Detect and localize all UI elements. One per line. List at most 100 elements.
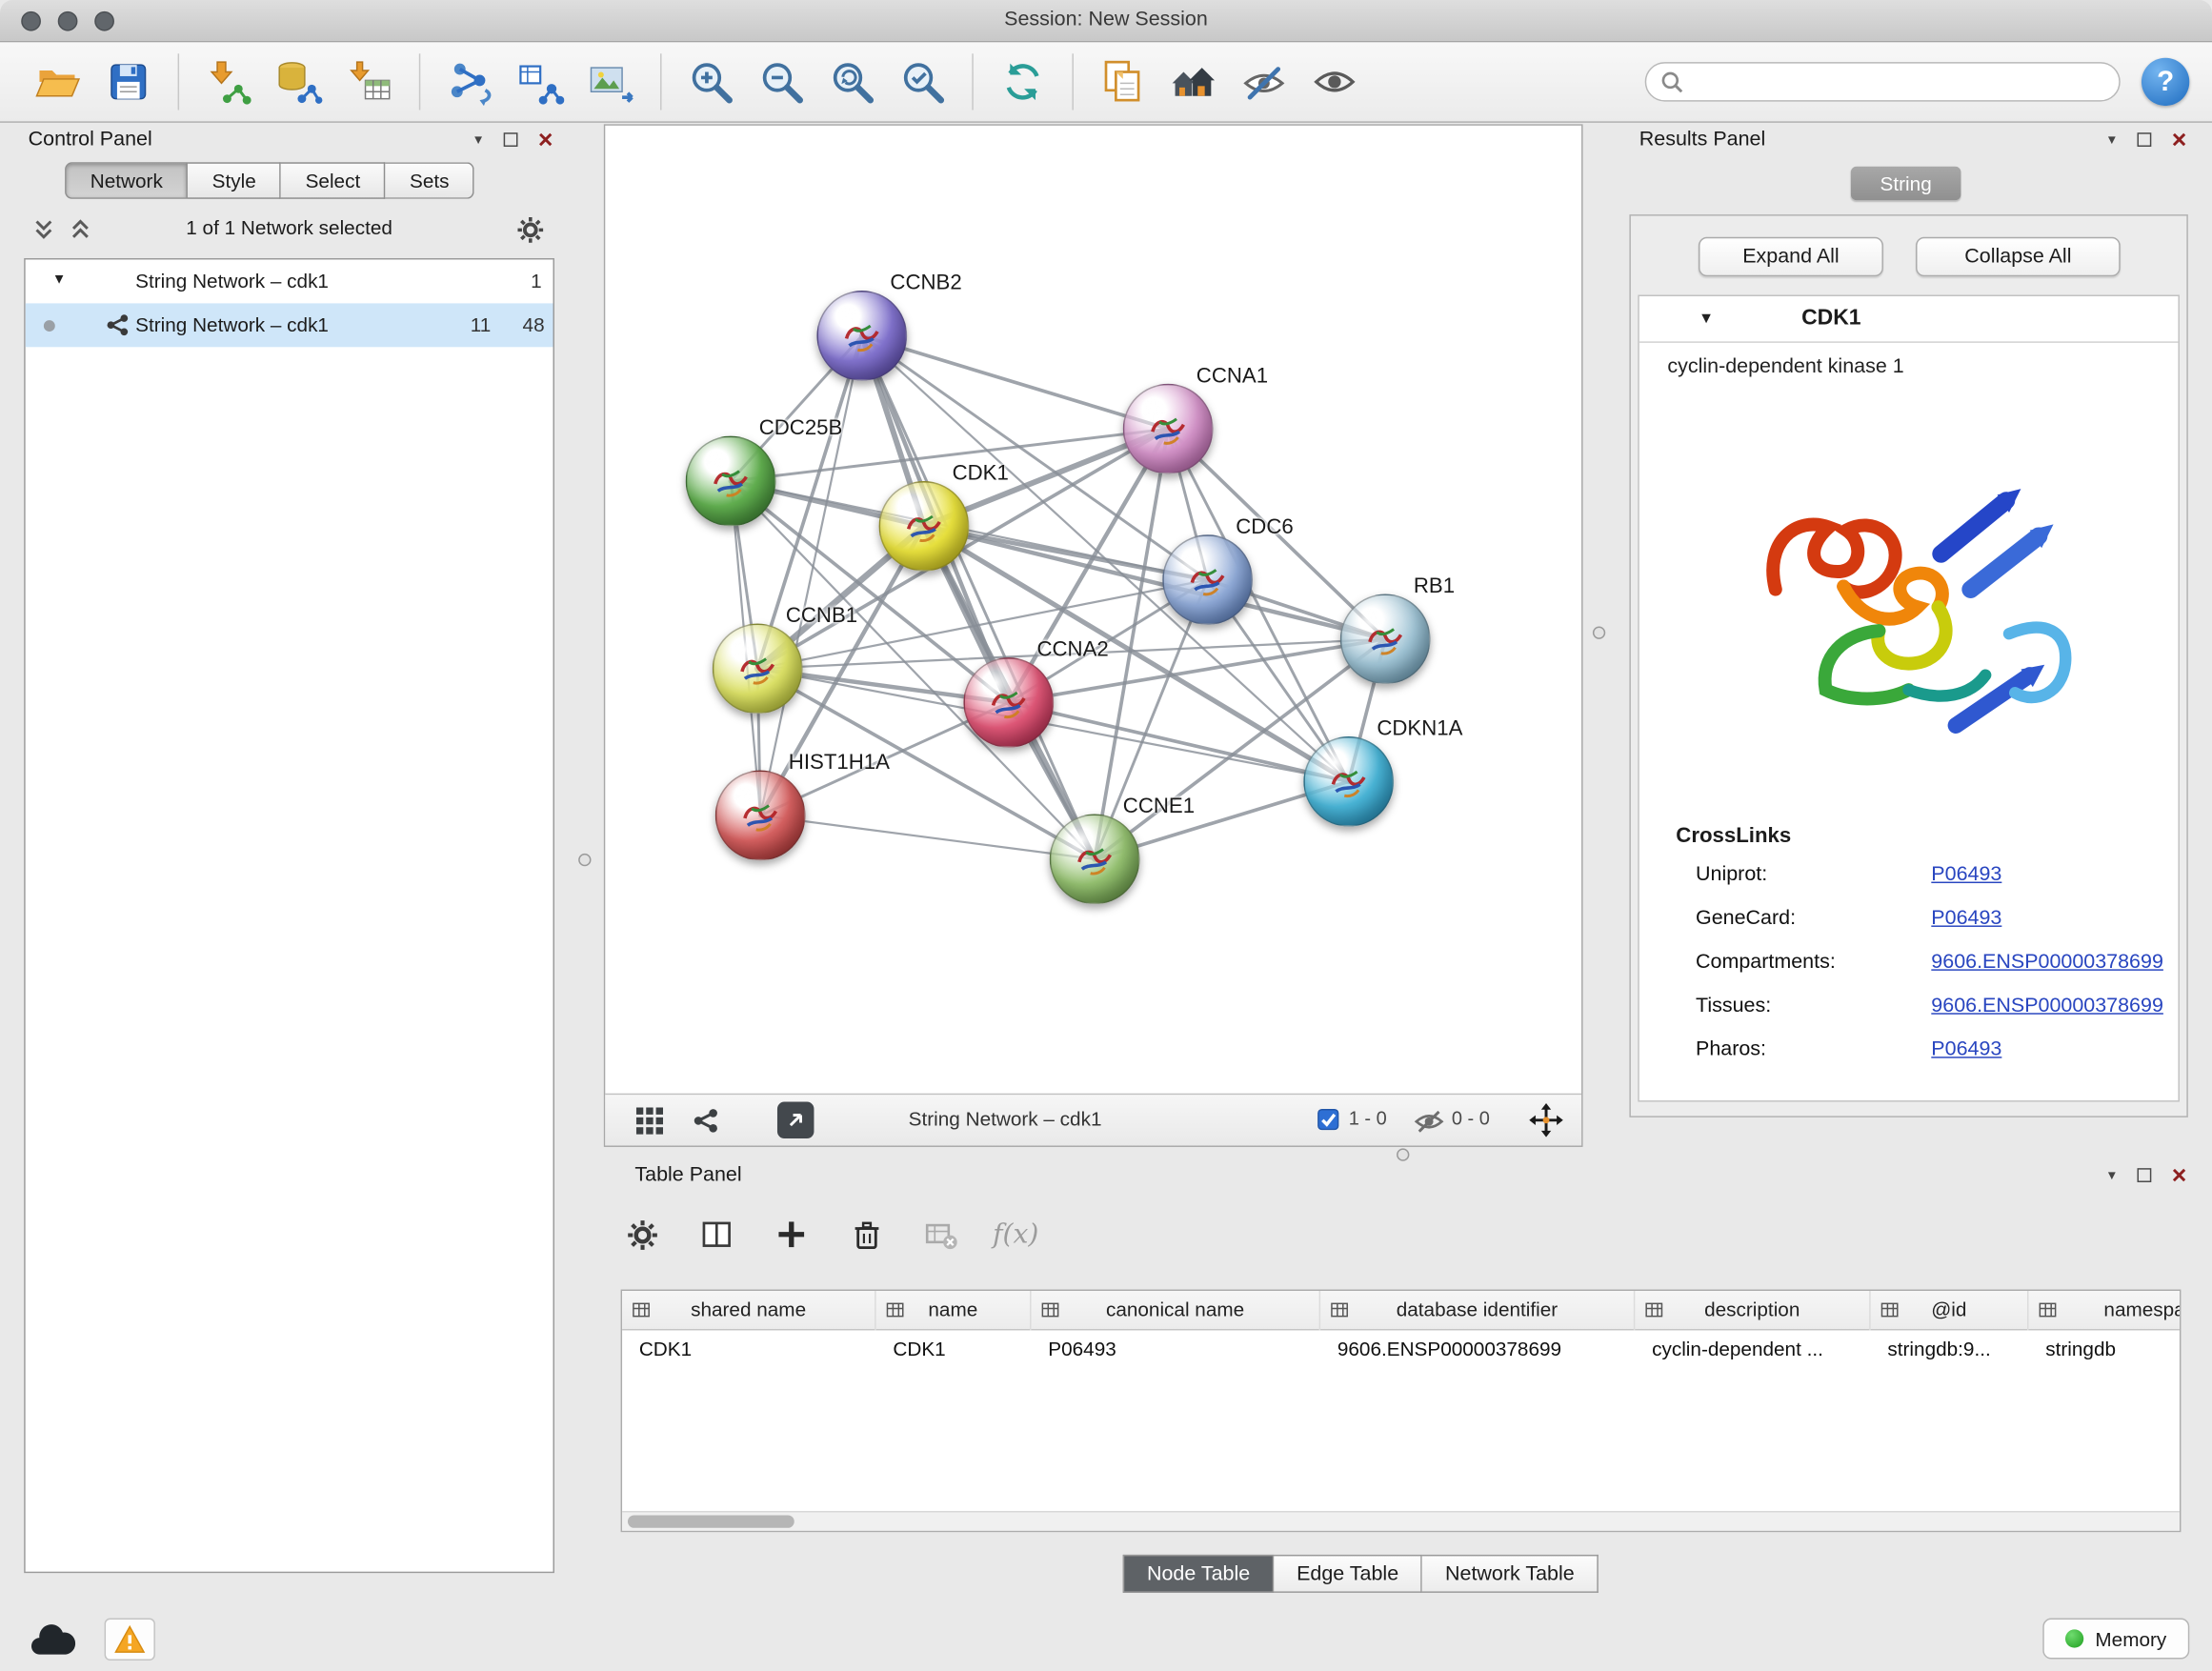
tab-select[interactable]: Select: [281, 162, 385, 199]
crosslink-link[interactable]: P06493: [1931, 907, 2001, 930]
cell[interactable]: stringdb:9...: [1871, 1330, 2029, 1369]
network-node-cdk1[interactable]: [879, 481, 970, 572]
network-node-ccne1[interactable]: [1050, 814, 1140, 904]
network-canvas[interactable]: CCNB2CCNA1CDC25BCDK1CDC6RB1CCNB1CCNA2CDK…: [605, 126, 1581, 1094]
toolbar-search-box[interactable]: [1645, 62, 2121, 101]
scrollbar-thumb[interactable]: [628, 1515, 794, 1527]
network-share-small-icon[interactable]: [693, 1107, 719, 1134]
cell[interactable]: 9606.ENSP00000378699: [1320, 1330, 1635, 1369]
gene-section-header[interactable]: ▼ CDK1: [1639, 296, 2179, 343]
column-header-namespace[interactable]: namespace: [2028, 1291, 2181, 1330]
float-panel-icon[interactable]: [2138, 1168, 2152, 1182]
tab-style[interactable]: Style: [188, 162, 281, 199]
network-node-ccnb2[interactable]: [816, 291, 907, 381]
edge-HIST1H1A-CCNE1[interactable]: [760, 815, 1095, 859]
tab-string[interactable]: String: [1851, 167, 1961, 201]
memory-button[interactable]: Memory: [2042, 1619, 2189, 1660]
create-column-plus-icon[interactable]: [774, 1217, 811, 1254]
zoom-out-button[interactable]: [751, 50, 813, 114]
cell[interactable]: stringdb: [2028, 1330, 2181, 1369]
zoom-in-button[interactable]: [680, 50, 742, 114]
help-button[interactable]: ?: [2142, 58, 2189, 106]
crosslink-link[interactable]: 9606.ENSP00000378699: [1931, 951, 2163, 974]
right-splitter-grip[interactable]: [1593, 627, 1605, 639]
close-panel-icon[interactable]: ×: [2172, 1167, 2187, 1184]
export-image-button[interactable]: [580, 50, 642, 114]
collapse-panel-icon[interactable]: ▼: [472, 131, 484, 149]
edge-CCNA2-CDKN1A[interactable]: [1009, 702, 1349, 781]
network-node-ccnb1[interactable]: [713, 624, 803, 715]
column-header--id[interactable]: @id: [1871, 1291, 2029, 1330]
copy-document-button[interactable]: [1092, 50, 1154, 114]
tree-expand-icon[interactable]: ▼: [52, 272, 67, 288]
table-row[interactable]: CDK1CDK1P064939606.ENSP00000378699cyclin…: [622, 1330, 2180, 1369]
left-splitter-grip[interactable]: [578, 854, 591, 866]
network-collection-row[interactable]: ▼ String Network – cdk1 1: [26, 259, 553, 303]
zoom-fit-button[interactable]: [821, 50, 883, 114]
hide-selected-button[interactable]: [1233, 50, 1295, 114]
home-genemania-button[interactable]: [1162, 50, 1224, 114]
open-in-new-window-button[interactable]: [777, 1102, 814, 1139]
collapse-panel-icon[interactable]: ▼: [2105, 131, 2118, 149]
clone-network-button[interactable]: [439, 50, 501, 114]
birdseye-grid-icon[interactable]: [636, 1107, 665, 1136]
column-header-canonical-name[interactable]: canonical name: [1032, 1291, 1321, 1330]
column-header-shared-name[interactable]: shared name: [622, 1291, 876, 1330]
edge-CCNB2-CCNA1[interactable]: [862, 335, 1168, 429]
cell[interactable]: CDK1: [622, 1330, 876, 1369]
close-panel-icon[interactable]: ×: [2172, 131, 2187, 149]
delete-column-trash-icon[interactable]: [848, 1217, 885, 1254]
show-all-button[interactable]: [1303, 50, 1365, 114]
network-node-cdc6[interactable]: [1162, 534, 1253, 625]
network-row-selected[interactable]: String Network – cdk1 11 48: [26, 303, 553, 347]
crosslink-link[interactable]: 9606.ENSP00000378699: [1931, 995, 2163, 1017]
crosslink-link[interactable]: P06493: [1931, 1038, 2001, 1061]
import-network-from-file-button[interactable]: [197, 50, 259, 114]
float-panel-icon[interactable]: [504, 132, 518, 147]
network-node-ccna1[interactable]: [1123, 384, 1214, 474]
tab-sets[interactable]: Sets: [386, 162, 474, 199]
collapse-all-button[interactable]: Collapse All: [1916, 237, 2121, 276]
pan-move-icon[interactable]: [1529, 1103, 1563, 1137]
tab-node-table[interactable]: Node Table: [1123, 1555, 1275, 1593]
collapse-panel-icon[interactable]: ▼: [2105, 1167, 2118, 1184]
network-options-gear-icon[interactable]: [516, 216, 545, 245]
float-panel-icon[interactable]: [2138, 132, 2152, 147]
network-node-cdkn1a[interactable]: [1303, 736, 1394, 827]
zoom-selected-button[interactable]: [892, 50, 954, 114]
hidden-eye-slash-icon[interactable]: [1414, 1107, 1445, 1136]
network-from-table-button[interactable]: [510, 50, 572, 114]
cell[interactable]: cyclin-dependent ...: [1635, 1330, 1870, 1369]
edge-layer[interactable]: [605, 126, 1581, 1094]
save-session-button[interactable]: [97, 50, 159, 114]
cell[interactable]: P06493: [1032, 1330, 1321, 1369]
crosslink-link[interactable]: P06493: [1931, 863, 2001, 886]
import-network-from-database-button[interactable]: [268, 50, 330, 114]
warnings-button[interactable]: [105, 1619, 155, 1661]
column-header-database-identifier[interactable]: database identifier: [1320, 1291, 1635, 1330]
column-header-description[interactable]: description: [1635, 1291, 1870, 1330]
close-panel-icon[interactable]: ×: [538, 131, 553, 149]
network-node-rb1[interactable]: [1340, 594, 1431, 684]
horizontal-splitter-grip[interactable]: [1397, 1148, 1409, 1160]
tab-network[interactable]: Network: [65, 162, 188, 199]
horizontal-scrollbar[interactable]: [622, 1511, 2180, 1531]
apply-layout-button[interactable]: [992, 50, 1054, 114]
network-node-ccna2[interactable]: [963, 657, 1054, 748]
tab-network-table[interactable]: Network Table: [1422, 1555, 1599, 1593]
import-table-from-file-button[interactable]: [338, 50, 400, 114]
selected-checkbox[interactable]: [1317, 1109, 1338, 1130]
column-header-name[interactable]: name: [876, 1291, 1032, 1330]
open-session-button[interactable]: [27, 50, 89, 114]
network-node-hist1h1a[interactable]: [715, 771, 806, 861]
tab-edge-table[interactable]: Edge Table: [1274, 1555, 1422, 1593]
table-options-gear-icon[interactable]: [624, 1217, 661, 1254]
cell[interactable]: CDK1: [876, 1330, 1032, 1369]
cloud-icon[interactable]: [26, 1619, 79, 1661]
section-collapse-icon[interactable]: ▼: [1699, 311, 1714, 328]
edge-CCNB2-CCNE1[interactable]: [862, 335, 1095, 858]
search-input[interactable]: [1693, 71, 2104, 92]
show-columns-icon[interactable]: [698, 1217, 735, 1254]
network-node-cdc25b[interactable]: [686, 436, 776, 527]
expand-all-button[interactable]: Expand All: [1699, 237, 1883, 276]
